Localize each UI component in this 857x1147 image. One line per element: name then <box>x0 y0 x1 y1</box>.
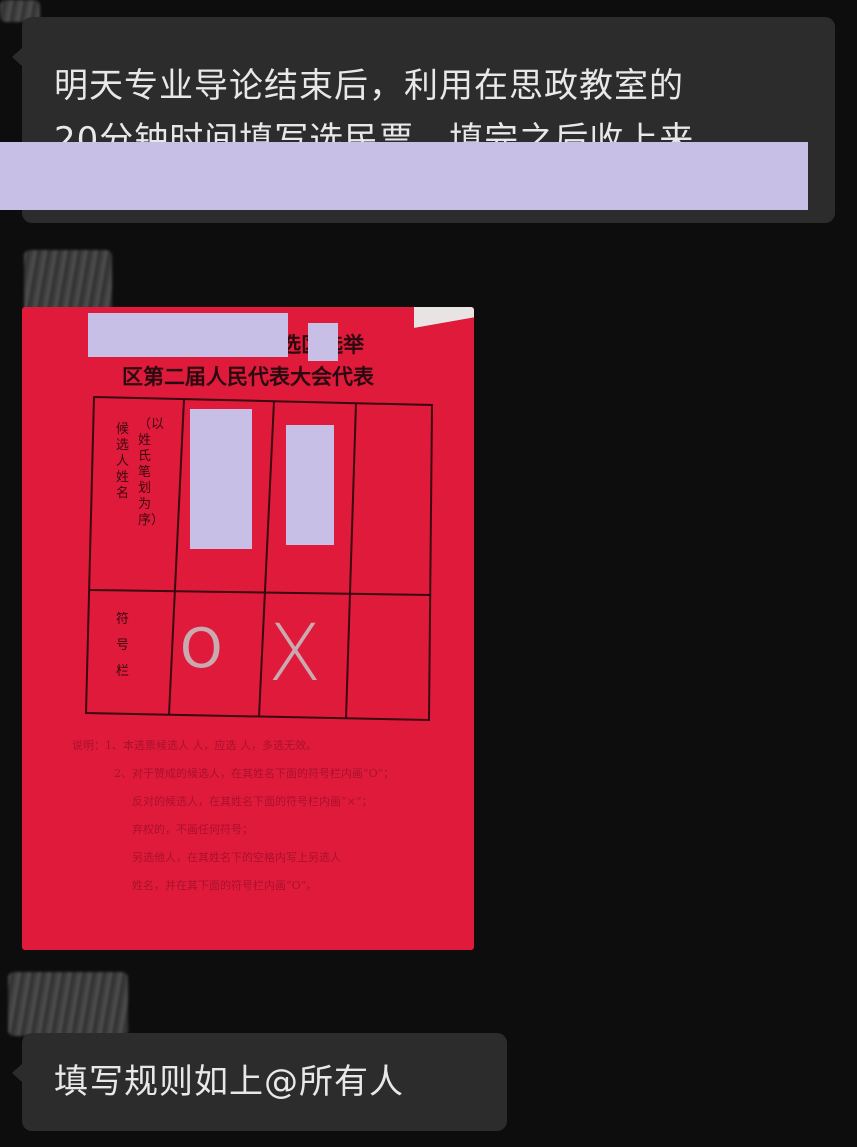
redaction-block <box>0 142 808 210</box>
redaction-block <box>286 425 334 545</box>
redaction-block <box>190 409 252 549</box>
ballot-note: 姓名，并在其下面的符号栏内画“O”。 <box>132 879 318 892</box>
ballot-title-line: 区第二届人民代表大会代表 <box>122 364 374 389</box>
mark-column-header: 符号栏 <box>116 612 130 679</box>
ballot-note: 2、对于赞成的候选人，在其姓名下面的符号栏内画“O”； <box>114 767 395 780</box>
message-text-line: 填写规则如上@所有人 <box>54 1062 404 1102</box>
message-bubble-text[interactable]: 填写规则如上@所有人 <box>22 1033 507 1131</box>
ballot-note: 反对的候选人，在其姓名下面的符号栏内画“×”； <box>132 795 373 808</box>
message-image-ballot[interactable]: 第 选区选举 区第二届人民代表大会代表 候选人姓名 （以姓氏笔划为序） 符号栏 … <box>22 307 474 950</box>
bubble-tail <box>12 48 22 66</box>
ballot-mark-reject: X <box>268 609 322 699</box>
ballot-note: 弃权的，不画任何符号； <box>132 823 253 836</box>
candidate-name-header: 候选人姓名 <box>116 422 130 501</box>
bubble-tail <box>12 1064 22 1082</box>
ballot-mark-approve: O <box>180 617 223 680</box>
ballot-note: 说明：1、本选票候选人 人，应选 人，多选无效。 <box>72 739 317 752</box>
paper-corner <box>414 307 474 331</box>
candidate-order-note: （以姓氏笔划为序） <box>138 417 165 528</box>
ballot-note: 另选他人，在其姓名下的空格内写上另选人 <box>132 851 341 864</box>
ballot-table <box>84 395 434 722</box>
sender-avatar[interactable] <box>8 972 128 1036</box>
message-text-line: 明天专业导论结束后，利用在思政教室的 <box>54 66 684 106</box>
redaction-block <box>308 323 338 361</box>
redaction-block <box>88 313 288 357</box>
